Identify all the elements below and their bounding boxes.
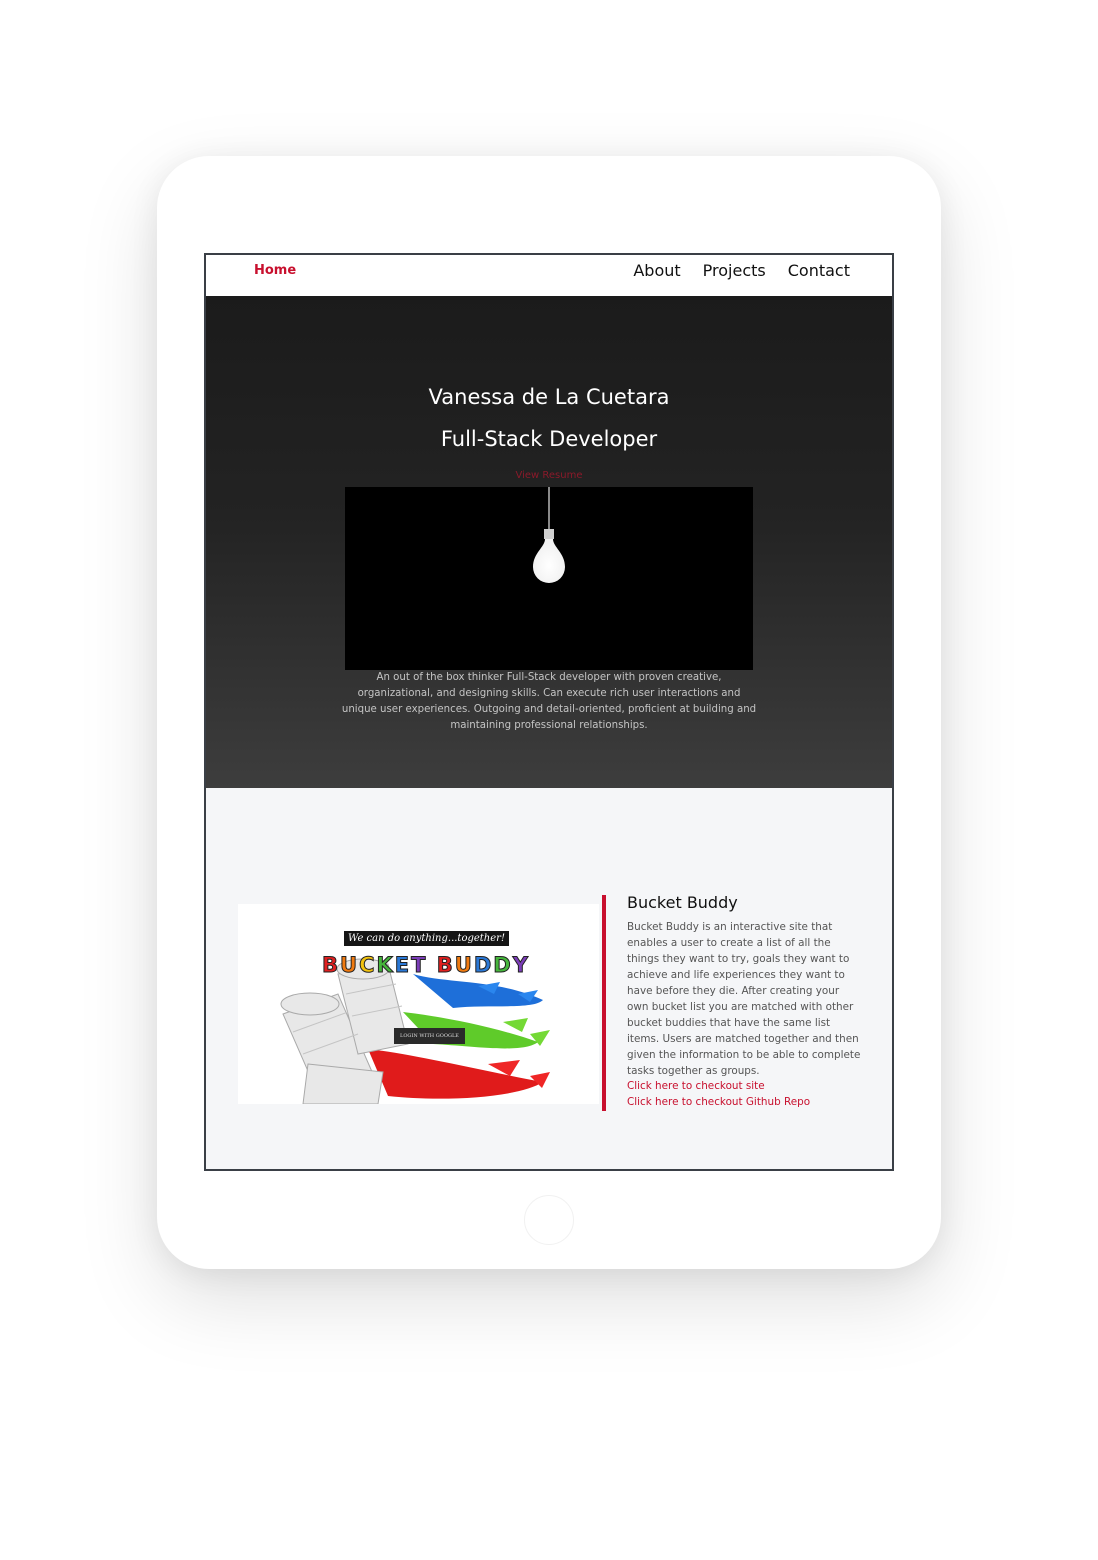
project-title: Bucket Buddy [627, 893, 738, 912]
hero-name: Vanessa de La Cuetara [428, 385, 670, 409]
project-tagline: We can do anything...together! [344, 931, 509, 946]
projects-section: We can do anything...together! BUCKET BU… [206, 788, 892, 1169]
checkout-repo-link[interactable]: Click here to checkout Github Repo [627, 1096, 810, 1108]
hero-about-text: An out of the box thinker Full-Stack dev… [341, 672, 757, 731]
nav-links: About Projects Contact [633, 261, 850, 280]
nav-home-link[interactable]: Home [254, 263, 296, 278]
hero-section: Vanessa de La Cuetara Full-Stack Develop… [206, 296, 892, 788]
bucket-buddy-logo: BUCKET BUDDY [321, 953, 530, 978]
nav-projects-link[interactable]: Projects [703, 261, 766, 280]
login-with-google-button: LOGIN WITH GOOGLE [394, 1028, 465, 1044]
hero-title: Full-Stack Developer [440, 427, 658, 451]
project-divider [602, 895, 606, 1111]
view-resume-link[interactable]: View Resume [206, 470, 892, 481]
website-screen: Home About Projects Contact Vanessa de L… [204, 253, 894, 1171]
navbar: Home About Projects Contact [206, 255, 892, 296]
bucket-buddy-screenshot[interactable]: We can do anything...together! BUCKET BU… [238, 904, 599, 1104]
project-description: Bucket Buddy is an interactive site that… [627, 921, 861, 1077]
nav-about-link[interactable]: About [633, 261, 680, 280]
lightbulb-icon [533, 529, 565, 583]
lightbulb-video[interactable] [345, 487, 753, 670]
nav-contact-link[interactable]: Contact [788, 261, 850, 280]
checkout-site-link[interactable]: Click here to checkout site [627, 1080, 765, 1092]
tablet-home-button[interactable] [524, 1195, 574, 1245]
